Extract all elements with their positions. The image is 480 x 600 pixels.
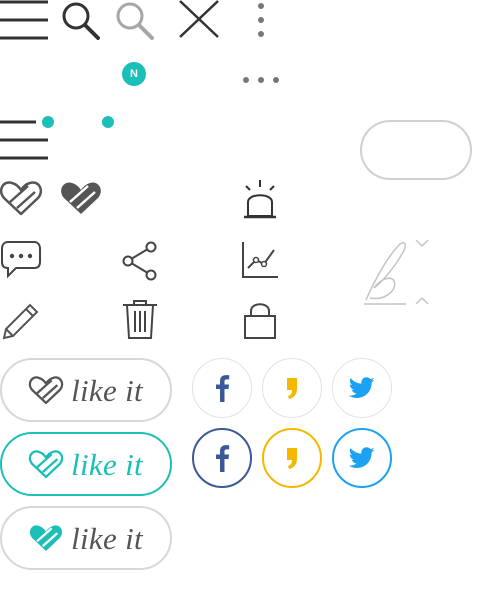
hamburger-menu-icon[interactable]	[0, 0, 48, 40]
facebook-f-icon	[214, 374, 230, 402]
like-button-hover[interactable]: like it	[0, 432, 172, 496]
comma-icon	[285, 446, 299, 470]
search-disabled-icon	[114, 0, 154, 40]
like-button-label: like it	[71, 372, 143, 408]
comma-share-button[interactable]	[262, 358, 322, 418]
comma-share-button-active[interactable]	[262, 428, 322, 488]
lock-icon[interactable]	[242, 300, 278, 340]
heart-filled-icon	[29, 523, 63, 553]
twitter-bird-icon	[348, 447, 375, 469]
pencil-edit-icon[interactable]	[0, 300, 40, 340]
alarm-siren-icon[interactable]	[240, 178, 280, 220]
notification-badge-letter: N	[130, 68, 138, 80]
search-icon[interactable]	[60, 0, 100, 40]
like-button-label: like it	[71, 446, 143, 482]
chat-bubble-icon[interactable]	[0, 240, 42, 279]
twitter-share-button[interactable]	[332, 358, 392, 418]
share-nodes-icon[interactable]	[120, 240, 160, 282]
close-icon[interactable]	[179, 0, 219, 38]
notification-dot	[102, 116, 114, 128]
line-chart-icon[interactable]	[240, 240, 280, 280]
twitter-bird-icon	[348, 377, 375, 399]
more-vertical-icon[interactable]	[254, 0, 268, 40]
more-horizontal-icon[interactable]	[242, 76, 280, 84]
trash-icon[interactable]	[122, 300, 158, 340]
facebook-f-icon	[214, 444, 230, 472]
heart-filled-icon[interactable]	[60, 180, 102, 216]
notification-badge[interactable]: N	[122, 62, 146, 86]
like-button-default[interactable]: like it	[0, 358, 172, 422]
signature-icon	[360, 238, 429, 310]
like-button-active[interactable]: like it	[0, 506, 172, 570]
heart-outline-icon	[28, 375, 64, 405]
heart-outline-icon	[28, 449, 64, 479]
comma-icon	[285, 376, 299, 400]
like-button-label: like it	[71, 520, 143, 556]
heart-outline-icon[interactable]	[0, 180, 43, 216]
notification-dot	[42, 116, 54, 128]
hamburger-menu-notification-icon[interactable]	[0, 120, 48, 162]
empty-pill-button[interactable]	[360, 120, 472, 180]
facebook-share-button[interactable]	[192, 358, 252, 418]
facebook-share-button-active[interactable]	[192, 428, 252, 488]
twitter-share-button-active[interactable]	[332, 428, 392, 488]
